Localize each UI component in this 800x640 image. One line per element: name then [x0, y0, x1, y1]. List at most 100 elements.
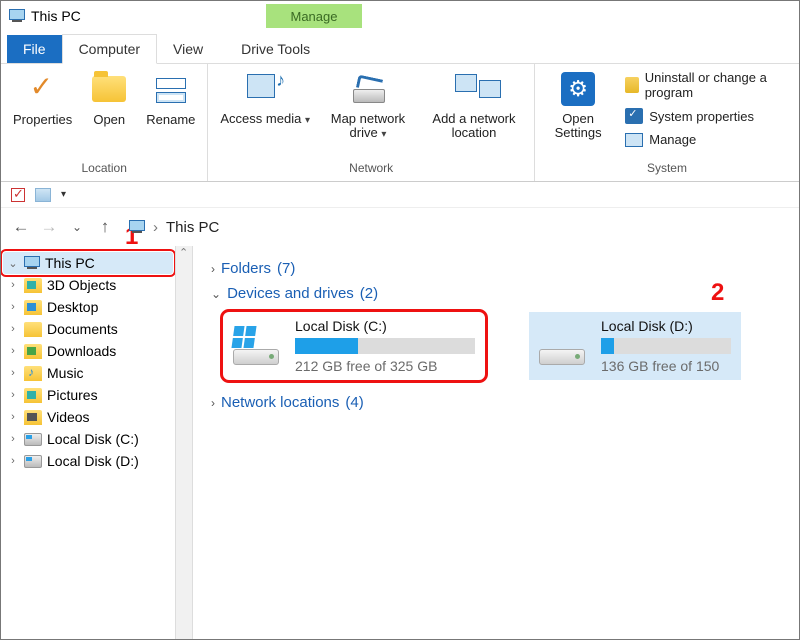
windows-logo-icon — [231, 326, 256, 348]
chevron-right-icon[interactable]: › — [7, 455, 19, 467]
tree-label: Local Disk (D:) — [47, 453, 139, 469]
program-icon — [625, 77, 638, 93]
tree-label: Videos — [47, 409, 90, 425]
annotation-2: 2 — [711, 279, 724, 307]
chevron-right-icon[interactable]: › — [7, 389, 19, 401]
section-network-locations[interactable]: › Network locations (4) — [211, 390, 799, 415]
drive-usage-bar — [295, 338, 475, 354]
breadcrumb[interactable]: › This PC — [129, 219, 219, 236]
folder-icon — [24, 388, 42, 403]
address-bar: ← → ⌄ ↑ 1 › This PC — [1, 208, 799, 246]
section-label: Devices and drives — [227, 285, 354, 302]
system-properties-button[interactable]: System properties — [625, 108, 775, 124]
chevron-down-icon: ▾ — [381, 129, 386, 140]
tree-item-pictures[interactable]: › Pictures — [3, 384, 173, 406]
group-label-location: Location — [82, 158, 127, 179]
tab-computer[interactable]: Computer — [62, 34, 157, 64]
drive-icon — [24, 433, 42, 446]
tree-item-documents[interactable]: ›Documents — [3, 318, 173, 340]
qat-customize-dropdown[interactable]: ▾ — [61, 189, 66, 200]
map-drive-label: Map network drive — [331, 111, 405, 140]
section-label: Folders — [221, 260, 271, 277]
tree-label: Desktop — [47, 299, 98, 315]
nav-history-dropdown[interactable]: ⌄ — [67, 220, 87, 234]
open-label: Open — [93, 112, 125, 127]
folder-icon — [24, 300, 42, 315]
chevron-right-icon: › — [211, 396, 215, 410]
folder-icon — [24, 366, 42, 381]
tree-item-desktop[interactable]: › Desktop — [3, 296, 173, 318]
tree-item-this-pc[interactable]: ⌄ This PC — [3, 252, 173, 274]
rename-label: Rename — [146, 112, 195, 127]
manage-button[interactable]: Manage — [625, 132, 775, 147]
map-network-drive-button[interactable]: Map network drive ▾ — [324, 70, 412, 141]
nav-up-button[interactable]: ↑ — [95, 217, 115, 237]
chevron-right-icon[interactable]: › — [7, 279, 19, 291]
tree-item-3d-objects[interactable]: ›3D Objects — [3, 274, 173, 296]
chevron-right-icon[interactable]: › — [7, 345, 19, 357]
breadcrumb-root[interactable]: This PC — [166, 219, 219, 236]
section-devices[interactable]: ⌄ Devices and drives (2) 2 — [211, 281, 799, 306]
drive-item-c[interactable]: Local Disk (C:) 212 GB free of 325 GB — [223, 312, 485, 380]
nav-forward-button[interactable]: → — [39, 217, 59, 237]
chevron-right-icon: › — [211, 262, 215, 276]
section-count: (7) — [277, 260, 295, 277]
chevron-right-icon[interactable]: › — [7, 367, 19, 379]
this-pc-icon — [24, 256, 40, 270]
uninstall-button[interactable]: Uninstall or change a program — [625, 70, 775, 100]
drive-icon — [24, 455, 42, 468]
window-title: This PC — [31, 8, 81, 24]
tree-item-videos[interactable]: › Videos — [3, 406, 173, 428]
folder-icon — [24, 410, 42, 425]
properties-button[interactable]: Properties — [13, 70, 72, 127]
chevron-right-icon[interactable]: › — [7, 433, 19, 445]
nav-tree: ⌄ This PC ›3D Objects › Desktop ›Document… — [1, 246, 176, 639]
tree-label: This PC — [45, 255, 95, 271]
rename-button[interactable]: Rename — [146, 70, 195, 127]
map-drive-icon — [349, 75, 387, 103]
monitor-icon — [625, 108, 643, 124]
add-network-location-button[interactable]: Add a network location — [426, 70, 522, 141]
sysprops-label: System properties — [649, 109, 754, 124]
chevron-down-icon: ⌄ — [211, 287, 221, 301]
drive-item-d[interactable]: Local Disk (D:) 136 GB free of 150 — [529, 312, 741, 380]
tree-item-local-disk-d[interactable]: › Local Disk (D:) — [3, 450, 173, 472]
group-label-system: System — [647, 158, 687, 179]
chevron-right-icon[interactable]: › — [7, 411, 19, 423]
tab-view[interactable]: View — [157, 35, 219, 63]
add-network-label: Add a network location — [426, 112, 522, 141]
tree-item-local-disk-c[interactable]: › Local Disk (C:) — [3, 428, 173, 450]
open-button[interactable]: Open — [86, 70, 132, 127]
content-pane: › Folders (7) ⌄ Devices and drives (2) 2… — [193, 246, 799, 639]
properties-label: Properties — [13, 112, 72, 127]
ribbon-group-system: Open Settings Uninstall or change a prog… — [535, 64, 799, 181]
folder-icon — [24, 344, 42, 359]
chevron-right-icon[interactable]: › — [7, 301, 19, 313]
quick-access-toolbar: ▾ — [1, 182, 799, 208]
tree-label: Pictures — [47, 387, 98, 403]
tree-item-downloads[interactable]: ›Downloads — [3, 340, 173, 362]
qat-checkbox-icon[interactable] — [11, 188, 25, 202]
tree-item-music[interactable]: ›Music — [3, 362, 173, 384]
scrollbar[interactable] — [176, 246, 193, 639]
access-media-button[interactable]: Access media ▾ — [220, 70, 310, 126]
tab-drive-tools[interactable]: Drive Tools — [225, 35, 326, 63]
section-label: Network locations — [221, 394, 339, 411]
manage-icon — [625, 133, 643, 147]
drive-icon — [535, 324, 589, 368]
uninstall-label: Uninstall or change a program — [645, 70, 775, 100]
open-settings-button[interactable]: Open Settings — [547, 70, 609, 141]
access-media-label: Access media — [220, 111, 301, 126]
breadcrumb-separator-icon: › — [153, 219, 158, 236]
qat-document-icon[interactable] — [35, 188, 51, 202]
chevron-down-icon: ▾ — [305, 115, 310, 126]
this-pc-icon — [9, 9, 25, 23]
tab-file[interactable]: File — [7, 35, 62, 63]
chevron-down-icon[interactable]: ⌄ — [7, 257, 19, 270]
ribbon-group-network: Access media ▾ Map network drive ▾ Add a… — [208, 64, 535, 181]
nav-back-button[interactable]: ← — [11, 217, 31, 237]
chevron-right-icon[interactable]: › — [7, 323, 19, 335]
contextual-tab-manage[interactable]: Manage — [266, 4, 362, 28]
section-folders[interactable]: › Folders (7) — [211, 256, 799, 281]
tree-label: Local Disk (C:) — [47, 431, 139, 447]
